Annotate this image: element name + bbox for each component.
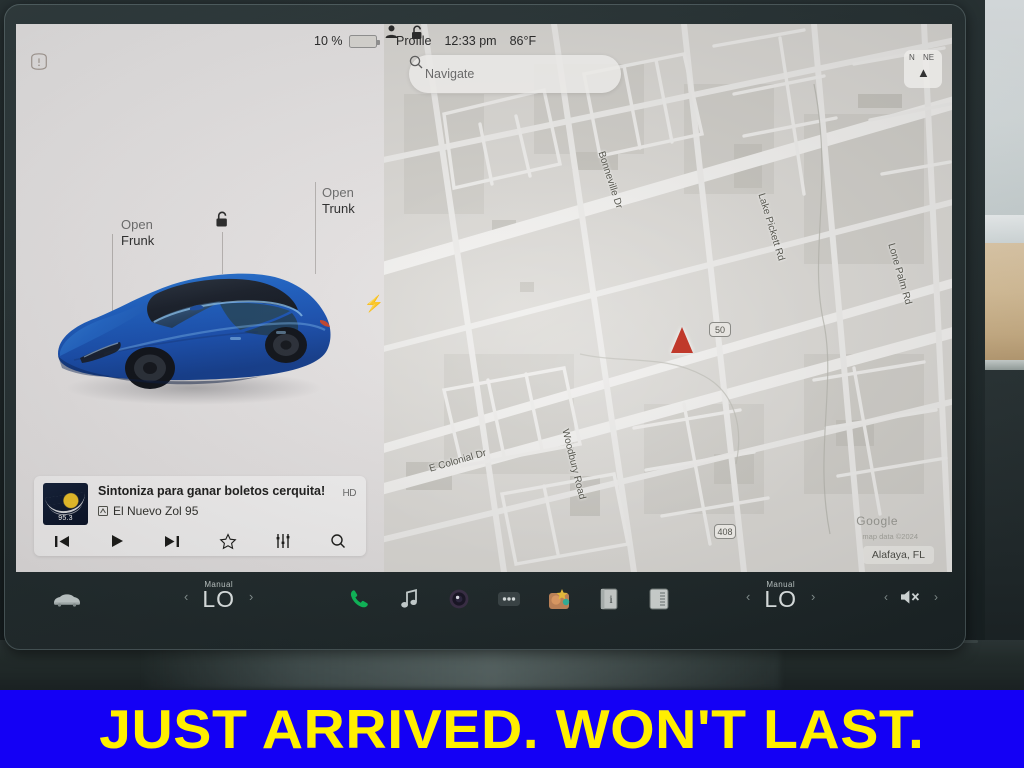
favorite-button[interactable] bbox=[200, 532, 255, 550]
album-art-text: 95.3 bbox=[58, 515, 73, 522]
search-media-button[interactable] bbox=[311, 533, 366, 549]
climate-control-driver[interactable]: ‹ Manual LO › bbox=[184, 580, 253, 613]
open-trunk-callout[interactable]: Open Trunk bbox=[322, 185, 355, 218]
open-frunk-label-line1: Open bbox=[121, 217, 153, 232]
media-station-row: El Nuevo Zol 95 bbox=[98, 504, 198, 518]
unlocked-padlock-icon[interactable] bbox=[410, 24, 425, 41]
side-window-lower bbox=[985, 215, 1024, 243]
charge-bolt-icon[interactable]: ⚡ bbox=[364, 294, 384, 314]
climate-temp-right[interactable]: LO bbox=[764, 586, 797, 613]
bottom-control-bar[interactable]: ‹ Manual LO › i ‹ Manual LO › ‹ › bbox=[16, 572, 952, 632]
vehicle-location-marker bbox=[671, 327, 693, 353]
album-art: 95.3 bbox=[43, 483, 88, 525]
battery-icon bbox=[348, 34, 380, 48]
tesla-touchscreen[interactable]: Open Frunk Open Trunk ⚡ 95.3 Sintoniza p… bbox=[16, 24, 952, 572]
radio-hd-icon bbox=[98, 506, 108, 516]
dash-wood-trim bbox=[985, 243, 1024, 365]
next-track-button[interactable] bbox=[145, 534, 200, 549]
more-options-icon[interactable] bbox=[496, 586, 522, 612]
compass-arrow-icon: ▲ bbox=[917, 65, 930, 80]
open-trunk-label-line2: Trunk bbox=[322, 201, 355, 217]
temp-decrease-left[interactable]: ‹ bbox=[184, 589, 188, 604]
person-icon[interactable] bbox=[384, 24, 399, 39]
dash-trim-edge bbox=[985, 360, 1024, 370]
current-city-pill: Alafaya, FL bbox=[862, 546, 934, 564]
climate-control-passenger[interactable]: ‹ Manual LO › bbox=[746, 580, 815, 613]
status-bar: Profile 12:33 pm 86°F bbox=[384, 24, 952, 58]
car-icon[interactable] bbox=[52, 590, 82, 608]
climate-temp-left[interactable]: LO bbox=[202, 586, 235, 613]
map-attribution-data: map data ©2024 bbox=[862, 532, 918, 541]
app-launcher-icons[interactable]: i bbox=[346, 586, 672, 612]
vehicle-render bbox=[58, 273, 331, 405]
clock: 12:33 pm bbox=[444, 34, 497, 48]
equalizer-button[interactable] bbox=[255, 533, 310, 549]
info-icon[interactable]: i bbox=[596, 586, 622, 612]
apps-grid-icon[interactable] bbox=[546, 586, 572, 612]
highway-shield-50: 50 bbox=[709, 322, 731, 337]
unlocked-padlock-icon[interactable] bbox=[214, 210, 231, 229]
card-icon[interactable] bbox=[646, 586, 672, 612]
temp-increase-left[interactable]: › bbox=[249, 589, 253, 604]
photo-scene: Open Frunk Open Trunk ⚡ 95.3 Sintoniza p… bbox=[0, 0, 1024, 768]
vehicle-status-panel[interactable]: Open Frunk Open Trunk ⚡ 95.3 Sintoniza p… bbox=[16, 24, 384, 572]
volume-up-button[interactable]: › bbox=[934, 590, 938, 604]
media-player-card[interactable]: 95.3 Sintoniza para ganar boletos cerqui… bbox=[34, 476, 366, 556]
media-controls[interactable] bbox=[34, 526, 366, 556]
play-button[interactable] bbox=[89, 533, 144, 549]
media-title: Sintoniza para ganar boletos cerquita! bbox=[98, 484, 326, 498]
battery-indicator[interactable]: 10 % bbox=[314, 34, 380, 48]
map-attribution: Google bbox=[856, 514, 898, 528]
navigate-placeholder: Navigate bbox=[425, 67, 475, 81]
phone-icon[interactable] bbox=[346, 586, 372, 612]
temp-decrease-right[interactable]: ‹ bbox=[746, 589, 750, 604]
dealer-banner-text: JUST ARRIVED. WON'T LAST. bbox=[99, 698, 925, 760]
media-station-name: El Nuevo Zol 95 bbox=[113, 504, 199, 518]
open-trunk-label-line1: Open bbox=[322, 185, 354, 200]
outside-temperature: 86°F bbox=[509, 34, 537, 48]
side-window bbox=[985, 0, 1024, 215]
hd-badge: HD bbox=[342, 488, 357, 499]
highway-shield-408: 408 bbox=[714, 524, 736, 539]
battery-percent: 10 % bbox=[314, 34, 343, 48]
map-canvas bbox=[384, 24, 952, 572]
camera-icon[interactable] bbox=[446, 586, 472, 612]
dealer-banner: JUST ARRIVED. WON'T LAST. bbox=[0, 690, 1024, 768]
volume-control[interactable]: ‹ › bbox=[884, 588, 938, 606]
dash-reflection bbox=[140, 645, 780, 689]
navigation-map[interactable]: Profile 12:33 pm 86°F Navigate N NE ▲ 50… bbox=[384, 24, 952, 572]
speaker-muted-icon[interactable] bbox=[899, 588, 923, 606]
tire-pressure-warning-icon[interactable] bbox=[28, 52, 50, 72]
previous-track-button[interactable] bbox=[34, 534, 89, 549]
volume-down-button[interactable]: ‹ bbox=[884, 590, 888, 604]
temp-increase-right[interactable]: › bbox=[811, 589, 815, 604]
navigate-search-box[interactable]: Navigate bbox=[409, 55, 621, 93]
music-icon[interactable] bbox=[396, 586, 422, 612]
